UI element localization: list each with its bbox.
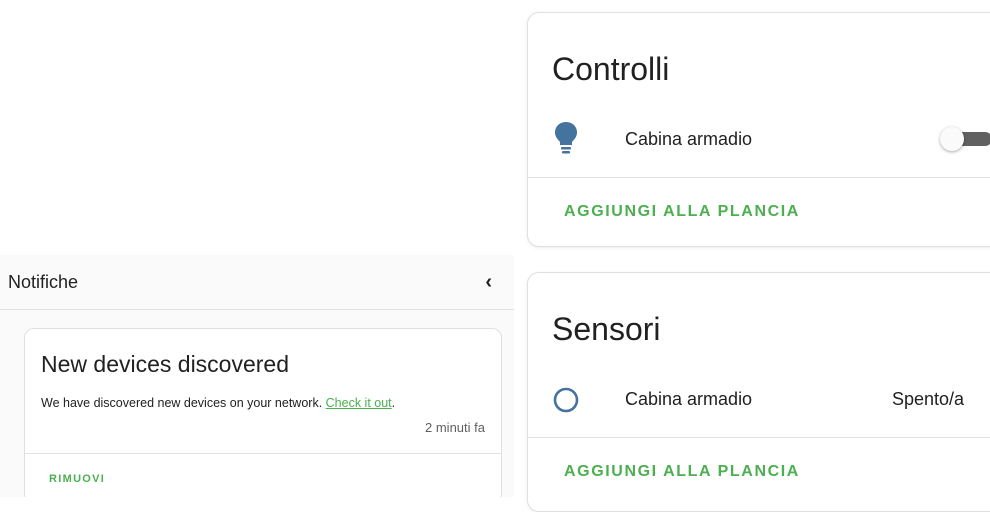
add-to-dashboard-button[interactable]: AGGIUNGI ALLA PLANCIA	[564, 463, 800, 481]
dismiss-button[interactable]: RIMUOVI	[49, 473, 105, 485]
entity-row[interactable]: Cabina armadio	[552, 119, 990, 159]
lightbulb-icon	[552, 119, 580, 159]
divider	[25, 453, 501, 454]
notification-message: We have discovered new devices on your n…	[41, 396, 395, 410]
close-drawer-icon[interactable]: ‹	[485, 271, 492, 294]
entity-row[interactable]: Cabina armadio Spento/a	[552, 379, 982, 419]
notification-message-text: We have discovered new devices on your n…	[41, 396, 326, 410]
card-title: Controlli	[552, 51, 670, 87]
toggle-thumb	[940, 127, 964, 151]
card-title: Sensori	[552, 311, 661, 347]
drawer-title: Notifiche	[8, 271, 79, 292]
add-to-dashboard-button[interactable]: AGGIUNGI ALLA PLANCIA	[564, 203, 800, 221]
notification-message-end: .	[391, 396, 396, 410]
divider	[528, 177, 990, 178]
notification-time: 2 minuti fa	[425, 420, 485, 435]
drawer-header: Notifiche ‹	[0, 255, 514, 310]
circle-outline-icon	[552, 379, 580, 419]
sensors-card: Sensori Cabina armadio Spento/a AGGIUNGI…	[527, 272, 990, 512]
entity-name: Cabina armadio	[625, 129, 753, 149]
divider	[528, 437, 990, 438]
controls-card: Controlli Cabina armadio AGGIUNGI ALLA P…	[527, 12, 990, 247]
notifications-drawer: Notifiche ‹ New devices discovered We ha…	[0, 255, 514, 497]
light-toggle[interactable]	[940, 127, 990, 151]
notification-title: New devices discovered	[41, 351, 290, 377]
notification-card: New devices discovered We have discovere…	[24, 328, 502, 497]
entity-name: Cabina armadio	[625, 389, 753, 409]
check-it-out-link[interactable]: Check it out	[326, 396, 392, 410]
entity-state: Spento/a	[892, 389, 965, 409]
